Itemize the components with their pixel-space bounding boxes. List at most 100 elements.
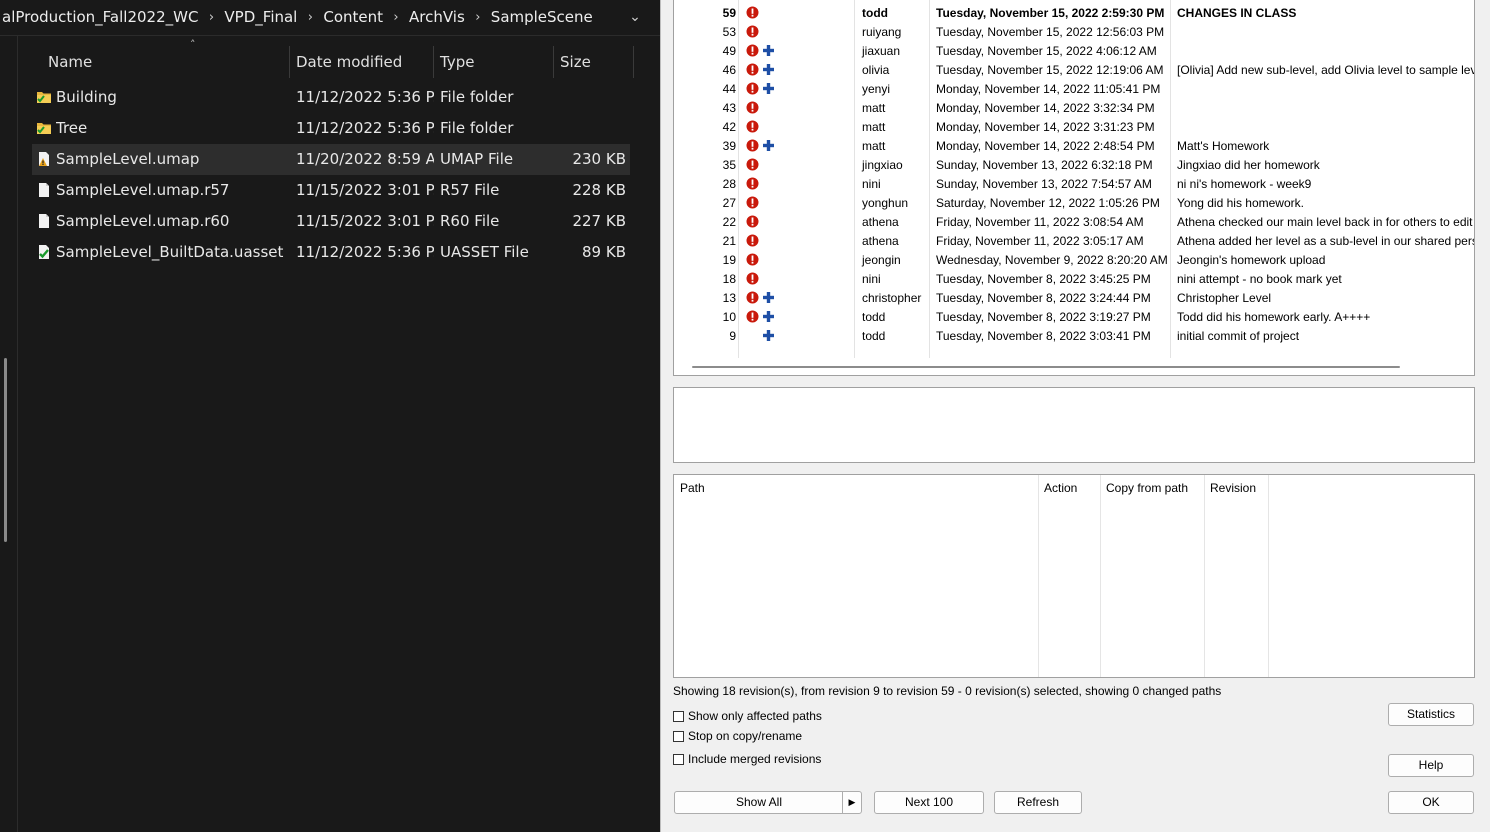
include-merged-checkbox[interactable]: Include merged revisions bbox=[673, 751, 821, 767]
column-header-size[interactable]: Size bbox=[554, 46, 634, 78]
column-header-revision[interactable]: Revision bbox=[1204, 475, 1268, 501]
file-row[interactable]: SampleLevel_BuiltData.uasset 11/12/2022 … bbox=[32, 237, 630, 268]
checkbox-box[interactable] bbox=[673, 730, 684, 742]
checkbox-box[interactable] bbox=[673, 710, 684, 722]
file-row[interactable]: SampleLevel.umap.r57 11/15/2022 3:01 P..… bbox=[32, 175, 630, 206]
checkbox-box[interactable] bbox=[673, 753, 684, 765]
stop-on-copy-checkbox[interactable]: Stop on copy/rename bbox=[673, 728, 802, 744]
show-all-button[interactable]: Show All ▶ bbox=[674, 791, 862, 814]
revision-author: olivia bbox=[862, 63, 890, 77]
revision-action-icons bbox=[746, 6, 786, 21]
revision-author: jeongin bbox=[862, 253, 901, 267]
horizontal-scrollbar[interactable] bbox=[692, 366, 1400, 368]
file-name: SampleLevel_BuiltData.uasset bbox=[56, 243, 284, 261]
modified-icon bbox=[746, 234, 759, 247]
changed-paths-list[interactable]: Path Action Copy from path Revision bbox=[673, 474, 1475, 678]
revision-author: matt bbox=[862, 139, 886, 153]
revision-date: Friday, November 11, 2022 3:08:54 AM bbox=[936, 215, 1144, 229]
modified-icon bbox=[746, 177, 759, 190]
help-button[interactable]: Help bbox=[1388, 754, 1474, 777]
revision-number: 59 bbox=[722, 6, 736, 20]
chevron-right-icon[interactable]: › bbox=[467, 10, 489, 25]
revision-date: Monday, November 14, 2022 3:32:34 PM bbox=[936, 101, 1155, 115]
added-icon bbox=[763, 330, 774, 341]
file-row[interactable]: SampleLevel.umap.r60 11/15/2022 3:01 P..… bbox=[32, 206, 630, 237]
breadcrumb-segment[interactable]: Content bbox=[321, 8, 385, 26]
column-header-date[interactable]: Date modified bbox=[290, 46, 434, 78]
revision-date: Tuesday, November 8, 2022 3:19:27 PM bbox=[936, 310, 1151, 324]
file-row[interactable]: SampleLevel.umap 11/20/2022 8:59 A... UM… bbox=[32, 144, 630, 175]
file-type: File folder bbox=[440, 119, 514, 137]
column-header-action[interactable]: Action bbox=[1038, 475, 1100, 501]
added-icon bbox=[763, 45, 774, 56]
column-header-type[interactable]: Type bbox=[434, 46, 554, 78]
revision-row[interactable]: 13 christopher Tuesday, November 8, 2022 3… bbox=[674, 289, 1474, 308]
ok-button[interactable]: OK bbox=[1388, 791, 1474, 814]
file-date: 11/12/2022 5:36 P... bbox=[296, 119, 434, 137]
revision-message: initial commit of project bbox=[1177, 329, 1300, 343]
file-row[interactable]: Building 11/12/2022 5:36 P... File folde… bbox=[32, 82, 630, 113]
chevron-right-icon[interactable]: › bbox=[299, 10, 321, 25]
modified-icon bbox=[746, 120, 759, 133]
revision-row[interactable]: 42 matt Monday, November 14, 2022 3:31:23 … bbox=[674, 118, 1474, 137]
breadcrumb-segment[interactable]: SampleScene bbox=[489, 8, 595, 26]
revision-list[interactable]: 59 todd Tuesday, November 15, 2022 2:59:30… bbox=[673, 0, 1475, 376]
next-100-button[interactable]: Next 100 bbox=[874, 791, 984, 814]
revision-author: matt bbox=[862, 120, 886, 134]
column-header-path[interactable]: Path bbox=[674, 475, 1038, 501]
show-affected-paths-checkbox[interactable]: Show only affected paths bbox=[673, 708, 822, 724]
statistics-button[interactable]: Statistics bbox=[1388, 703, 1474, 726]
revision-date: Tuesday, November 8, 2022 3:45:25 PM bbox=[936, 272, 1151, 286]
modified-icon bbox=[746, 139, 759, 152]
dropdown-arrow-icon[interactable]: ▶ bbox=[842, 792, 861, 813]
revision-row[interactable]: 28 nini Sunday, November 13, 2022 7:54:57 … bbox=[674, 175, 1474, 194]
column-header-name[interactable]: Name bbox=[42, 46, 290, 78]
column-divider bbox=[1038, 475, 1039, 677]
breadcrumb-segment[interactable]: alProduction_Fall2022_WC bbox=[0, 8, 200, 26]
refresh-button[interactable]: Refresh bbox=[994, 791, 1082, 814]
revision-row[interactable]: 18 nini Tuesday, November 8, 2022 3:45:25 … bbox=[674, 270, 1474, 289]
revision-author: nini bbox=[862, 272, 881, 286]
revision-date: Tuesday, November 15, 2022 4:06:12 AM bbox=[936, 44, 1157, 58]
breadcrumb-segment[interactable]: VPD_Final bbox=[222, 8, 299, 26]
chevron-down-icon[interactable]: ⌄ bbox=[624, 6, 646, 28]
modified-icon bbox=[746, 253, 759, 266]
added-icon bbox=[763, 311, 774, 322]
revision-row[interactable]: 21 athena Friday, November 11, 2022 3:05:1… bbox=[674, 232, 1474, 251]
revision-row[interactable]: 43 matt Monday, November 14, 2022 3:32:34 … bbox=[674, 99, 1474, 118]
revision-number: 22 bbox=[722, 215, 736, 229]
revision-row[interactable]: 39 matt Monday, November 14, 2022 2:48:54 … bbox=[674, 137, 1474, 156]
revision-row[interactable]: 22 athena Friday, November 11, 2022 3:08:5… bbox=[674, 213, 1474, 232]
column-divider bbox=[1204, 475, 1205, 677]
log-message-box[interactable] bbox=[673, 387, 1475, 463]
file-explorer: alProduction_Fall2022_WC › VPD_Final › C… bbox=[0, 0, 660, 832]
chevron-right-icon[interactable]: › bbox=[200, 10, 222, 25]
modified-icon bbox=[746, 310, 759, 323]
revision-row[interactable]: 35 jingxiao Sunday, November 13, 2022 6:32… bbox=[674, 156, 1474, 175]
modified-icon bbox=[746, 44, 759, 57]
file-row[interactable]: Tree 11/12/2022 5:36 P... File folder bbox=[32, 113, 630, 144]
revision-author: todd bbox=[862, 329, 886, 343]
revision-row[interactable]: 9 todd Tuesday, November 8, 2022 3:03:41 P… bbox=[674, 327, 1474, 346]
revision-row[interactable]: 53 ruiyang Tuesday, November 15, 2022 12:5… bbox=[674, 23, 1474, 42]
revision-row[interactable]: 10 todd Tuesday, November 8, 2022 3:19:27 … bbox=[674, 308, 1474, 327]
nav-pane-scrollbar[interactable] bbox=[4, 358, 7, 542]
revision-date: Monday, November 14, 2022 11:05:41 PM bbox=[936, 82, 1161, 96]
chevron-right-icon[interactable]: › bbox=[385, 10, 407, 25]
revision-row[interactable]: 44 yenyi Monday, November 14, 2022 11:05:4… bbox=[674, 80, 1474, 99]
revision-number: 39 bbox=[722, 139, 736, 153]
revision-number: 28 bbox=[722, 177, 736, 191]
breadcrumb-segment[interactable]: ArchVis bbox=[407, 8, 467, 26]
revision-row[interactable]: 59 todd Tuesday, November 15, 2022 2:59:30… bbox=[674, 4, 1474, 23]
revision-row[interactable]: 49 jiaxuan Tuesday, November 15, 2022 4:06… bbox=[674, 42, 1474, 61]
revision-date: Monday, November 14, 2022 3:31:23 PM bbox=[936, 120, 1155, 134]
revision-date: Tuesday, November 8, 2022 3:03:41 PM bbox=[936, 329, 1151, 343]
revision-row[interactable]: 46 olivia Tuesday, November 15, 2022 12:19… bbox=[674, 61, 1474, 80]
revision-number: 9 bbox=[729, 329, 736, 343]
nav-pane-divider[interactable] bbox=[17, 36, 18, 832]
revision-message: Christopher Level bbox=[1177, 291, 1272, 305]
revision-row[interactable]: 19 jeongin Wednesday, November 9, 2022 8:2… bbox=[674, 251, 1474, 270]
revision-action-icons bbox=[746, 82, 786, 97]
column-header-copy-from[interactable]: Copy from path bbox=[1100, 475, 1204, 501]
revision-row[interactable]: 27 yonghun Saturday, November 12, 2022 1:0… bbox=[674, 194, 1474, 213]
